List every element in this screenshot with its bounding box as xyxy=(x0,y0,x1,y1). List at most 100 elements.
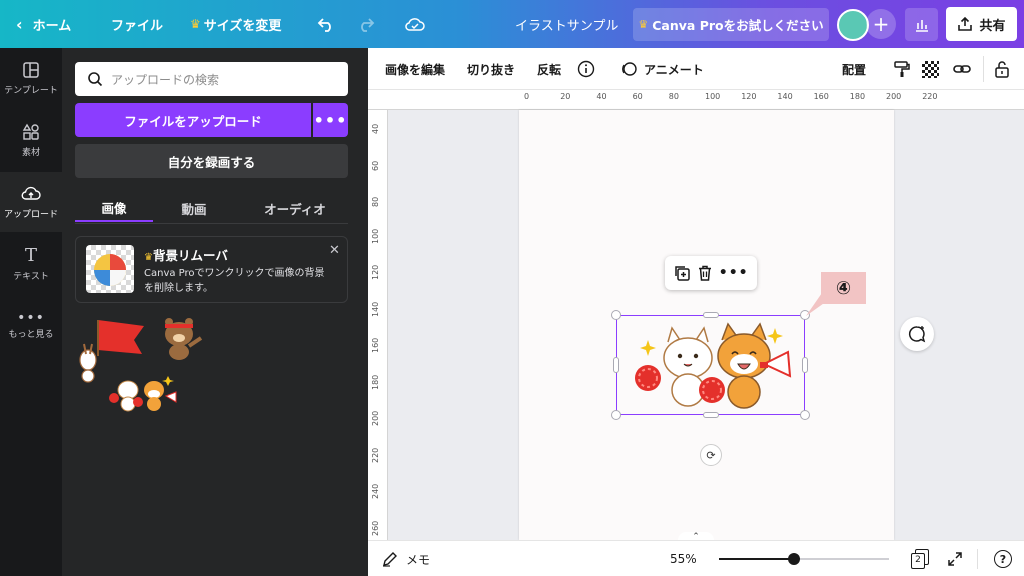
vertical-ruler: 40 60 80 100 120 140 160 180 200 220 240 260 xyxy=(368,110,388,540)
pages-icon: 2 xyxy=(911,549,929,569)
ruler-tick-label: 240 xyxy=(371,483,380,499)
rail-item-elements[interactable]: 素材 xyxy=(0,110,62,170)
search-input[interactable]: アップロードの検索 xyxy=(75,62,348,96)
pro-trial-button[interactable]: ♛ Canva Proをお試しください xyxy=(633,8,829,41)
resize-handle-bottom-right[interactable] xyxy=(800,410,810,420)
link-button[interactable] xyxy=(952,48,972,90)
file-menu[interactable]: ファイル xyxy=(111,0,163,48)
ruler-tick-label: 20 xyxy=(560,92,571,101)
pro-trial-label: Canva Proをお試しください xyxy=(652,18,824,33)
chevron-left-icon: ‹ xyxy=(16,14,23,34)
promo-title-text: 背景リムーバ xyxy=(152,248,228,263)
add-collaborator-button[interactable]: + xyxy=(866,9,896,39)
resize-handle-left[interactable] xyxy=(613,357,619,373)
add-comment-button[interactable] xyxy=(900,317,934,351)
tab-audio[interactable]: オーディオ xyxy=(245,194,345,222)
notes-button[interactable]: メモ xyxy=(382,541,430,576)
zoom-slider-knob[interactable] xyxy=(787,553,800,565)
undo-icon[interactable] xyxy=(314,12,338,36)
uploads-panel: アップロードの検索 ファイルをアップロード ••• 自分を録画する 画像 動画 … xyxy=(62,48,368,576)
lock-button[interactable] xyxy=(993,48,1011,90)
tab-images[interactable]: 画像 xyxy=(75,194,153,222)
upload-thumbnail-cheer-cats[interactable] xyxy=(104,370,184,414)
ruler-tick-label: 80 xyxy=(371,196,380,207)
flip-button[interactable]: 反転 xyxy=(537,48,561,90)
tab-label: 画像 xyxy=(101,200,127,216)
rotate-handle[interactable]: ⟳ xyxy=(700,444,722,466)
link-icon xyxy=(953,65,971,73)
record-yourself-label: 自分を録画する xyxy=(167,154,256,170)
rotate-icon: ⟳ xyxy=(706,448,716,462)
ruler-tick-label: 60 xyxy=(371,160,380,171)
paint-roller-button[interactable] xyxy=(893,48,911,90)
share-label: 共有 xyxy=(979,18,1006,34)
ruler-tick-label: 200 xyxy=(886,92,902,101)
rail-label: テキスト xyxy=(13,271,49,282)
document-title[interactable]: イラストサンプル xyxy=(515,0,618,48)
crop-button[interactable]: 切り抜き xyxy=(467,48,515,90)
transparency-icon xyxy=(922,60,939,78)
ruler-tick-label: 60 xyxy=(632,92,643,101)
position-button[interactable]: 配置 xyxy=(842,48,866,90)
upload-options-button[interactable]: ••• xyxy=(313,103,348,137)
resize-handle-top[interactable] xyxy=(703,312,719,318)
chevron-up-icon: ⌃ xyxy=(692,532,700,540)
rail-label: もっと見る xyxy=(8,329,54,340)
share-button[interactable]: 共有 xyxy=(946,7,1017,41)
resize-button[interactable]: ♛ サイズを変更 xyxy=(190,0,281,48)
animate-button[interactable]: アニメート xyxy=(620,48,704,90)
search-icon xyxy=(88,72,103,87)
unlock-icon xyxy=(995,61,1009,78)
home-button[interactable]: ‹ ホーム xyxy=(16,0,71,48)
ruler-tick-label: 40 xyxy=(596,92,607,101)
edit-image-label: 画像を編集 xyxy=(385,62,446,77)
element-floating-toolbar: ••• xyxy=(665,256,757,290)
rail-item-uploads[interactable]: アップロード xyxy=(0,172,62,232)
crop-label: 切り抜き xyxy=(467,62,516,77)
page-count: 2 xyxy=(911,553,925,569)
record-yourself-button[interactable]: 自分を録画する xyxy=(75,144,348,178)
redo-icon[interactable] xyxy=(354,12,378,36)
upload-file-label: ファイルをアップロード xyxy=(124,113,262,129)
flip-label: 反転 xyxy=(537,62,562,77)
upload-file-button[interactable]: ファイルをアップロード xyxy=(75,103,311,137)
rail-item-templates[interactable]: テンプレート xyxy=(0,48,62,108)
canva-editor: ‹ ホーム ファイル ♛ サイズを変更 イラストサンプル ♛ Canva Pro… xyxy=(0,0,1024,576)
background-remover-promo[interactable]: ♛背景リムーバ Canva Proでワンクリックで画像の背景を削除します。 ✕ xyxy=(75,236,348,303)
rail-label: テンプレート xyxy=(4,85,58,96)
resize-handle-bottom[interactable] xyxy=(703,412,719,418)
info-button[interactable] xyxy=(577,48,595,90)
avatar[interactable] xyxy=(837,9,869,41)
help-button[interactable]: ? xyxy=(994,541,1012,576)
close-icon[interactable]: ✕ xyxy=(329,243,340,258)
ruler-tick-label: 180 xyxy=(371,374,380,390)
position-label: 配置 xyxy=(842,62,867,77)
cloud-saved-icon[interactable] xyxy=(403,12,427,36)
transparency-button[interactable] xyxy=(922,48,939,90)
ruler-tick-label: 120 xyxy=(371,264,380,280)
promo-description: Canva Proでワンクリックで画像の背景を削除します。 xyxy=(144,268,325,294)
pencil-icon xyxy=(383,552,397,567)
expand-icon xyxy=(948,552,962,566)
show-pages-button[interactable]: ⌃ xyxy=(678,532,714,540)
rail-item-more[interactable]: ••• もっと見る xyxy=(0,296,62,356)
edit-image-button[interactable]: 画像を編集 xyxy=(385,48,445,90)
more-icon[interactable]: ••• xyxy=(719,265,749,281)
home-label: ホーム xyxy=(32,18,72,34)
upload-thumbnail-bear[interactable] xyxy=(157,316,207,362)
fullscreen-button[interactable] xyxy=(947,541,963,576)
duplicate-icon[interactable] xyxy=(673,264,691,282)
insights-button[interactable] xyxy=(905,8,938,41)
file-label: ファイル xyxy=(111,18,164,34)
ruler-tick-label: 160 xyxy=(813,92,829,101)
selection-box[interactable] xyxy=(616,315,805,415)
trash-icon[interactable] xyxy=(696,264,714,282)
page-count-button[interactable]: 2 xyxy=(911,541,929,576)
resize-handle-right[interactable] xyxy=(802,357,808,373)
rail-item-text[interactable]: T テキスト xyxy=(0,234,62,294)
context-toolbar: 画像を編集 切り抜き 反転 アニメート 配置 xyxy=(368,48,1024,90)
resize-handle-bottom-left[interactable] xyxy=(611,410,621,420)
tab-videos[interactable]: 動画 xyxy=(155,194,233,222)
zoom-level[interactable]: 55% xyxy=(670,541,697,576)
resize-handle-top-left[interactable] xyxy=(611,310,621,320)
